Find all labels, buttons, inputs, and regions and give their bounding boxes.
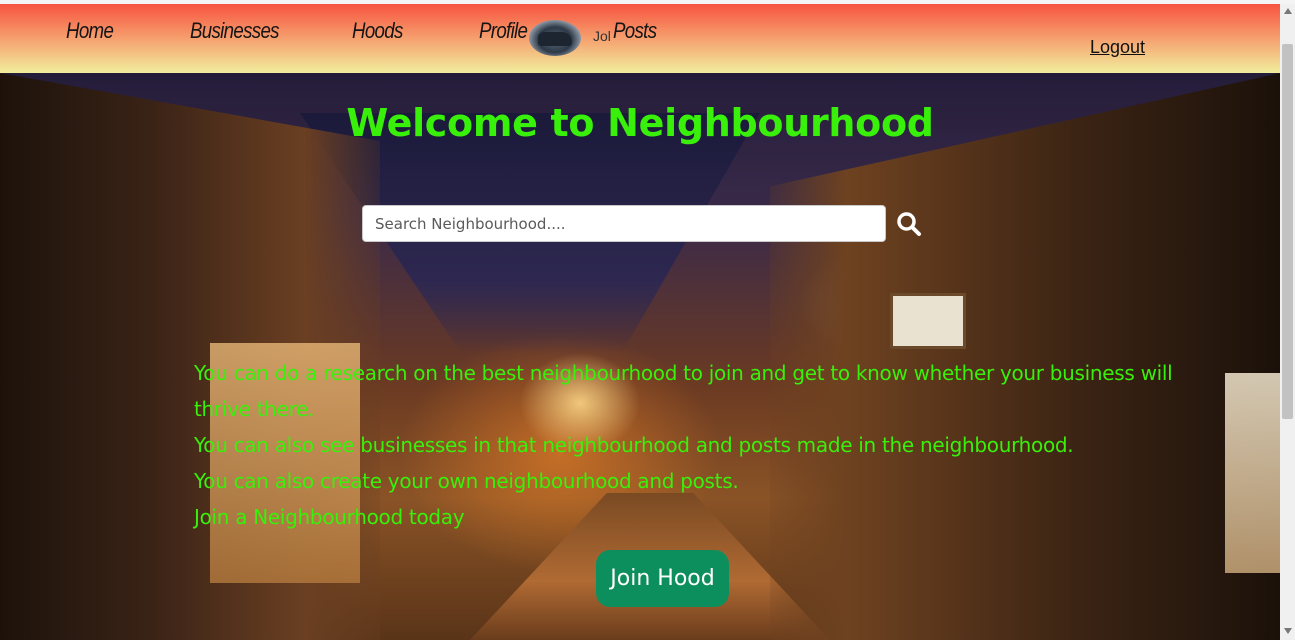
hero-right-window bbox=[1225, 373, 1280, 573]
search-input[interactable] bbox=[362, 205, 886, 242]
join-hood-button[interactable]: Join Hood bbox=[596, 550, 729, 607]
description-line: Join a Neighbourhood today bbox=[194, 505, 465, 529]
description-line: You can do a research on the best neighb… bbox=[194, 361, 1173, 421]
search-button[interactable] bbox=[894, 209, 924, 239]
description-line: You can also see businesses in that neig… bbox=[194, 433, 1074, 457]
hero-description: You can do a research on the best neighb… bbox=[194, 355, 1184, 535]
username-label: Jol bbox=[593, 28, 611, 44]
user-avatar[interactable] bbox=[529, 20, 581, 56]
nav-link-profile[interactable]: Profile bbox=[479, 18, 528, 44]
nav-link-businesses[interactable]: Businesses bbox=[190, 18, 280, 44]
nav-link-hoods[interactable]: Hoods bbox=[352, 18, 403, 44]
scrollbar-thumb[interactable] bbox=[1282, 44, 1293, 419]
description-line: You can also create your own neighbourho… bbox=[194, 469, 739, 493]
scroll-down-arrow-icon[interactable] bbox=[1284, 628, 1292, 634]
nav-link-home[interactable]: Home bbox=[66, 18, 114, 44]
page-title: Welcome to Neighbourhood bbox=[346, 101, 934, 145]
navbar: Home Businesses Hoods Profile Jol Posts … bbox=[0, 4, 1280, 73]
search-icon bbox=[897, 212, 921, 236]
nav-link-posts[interactable]: Posts bbox=[613, 18, 657, 44]
logout-link[interactable]: Logout bbox=[1090, 37, 1145, 58]
scroll-up-arrow-icon[interactable] bbox=[1284, 8, 1292, 14]
hero-lantern bbox=[890, 293, 966, 349]
